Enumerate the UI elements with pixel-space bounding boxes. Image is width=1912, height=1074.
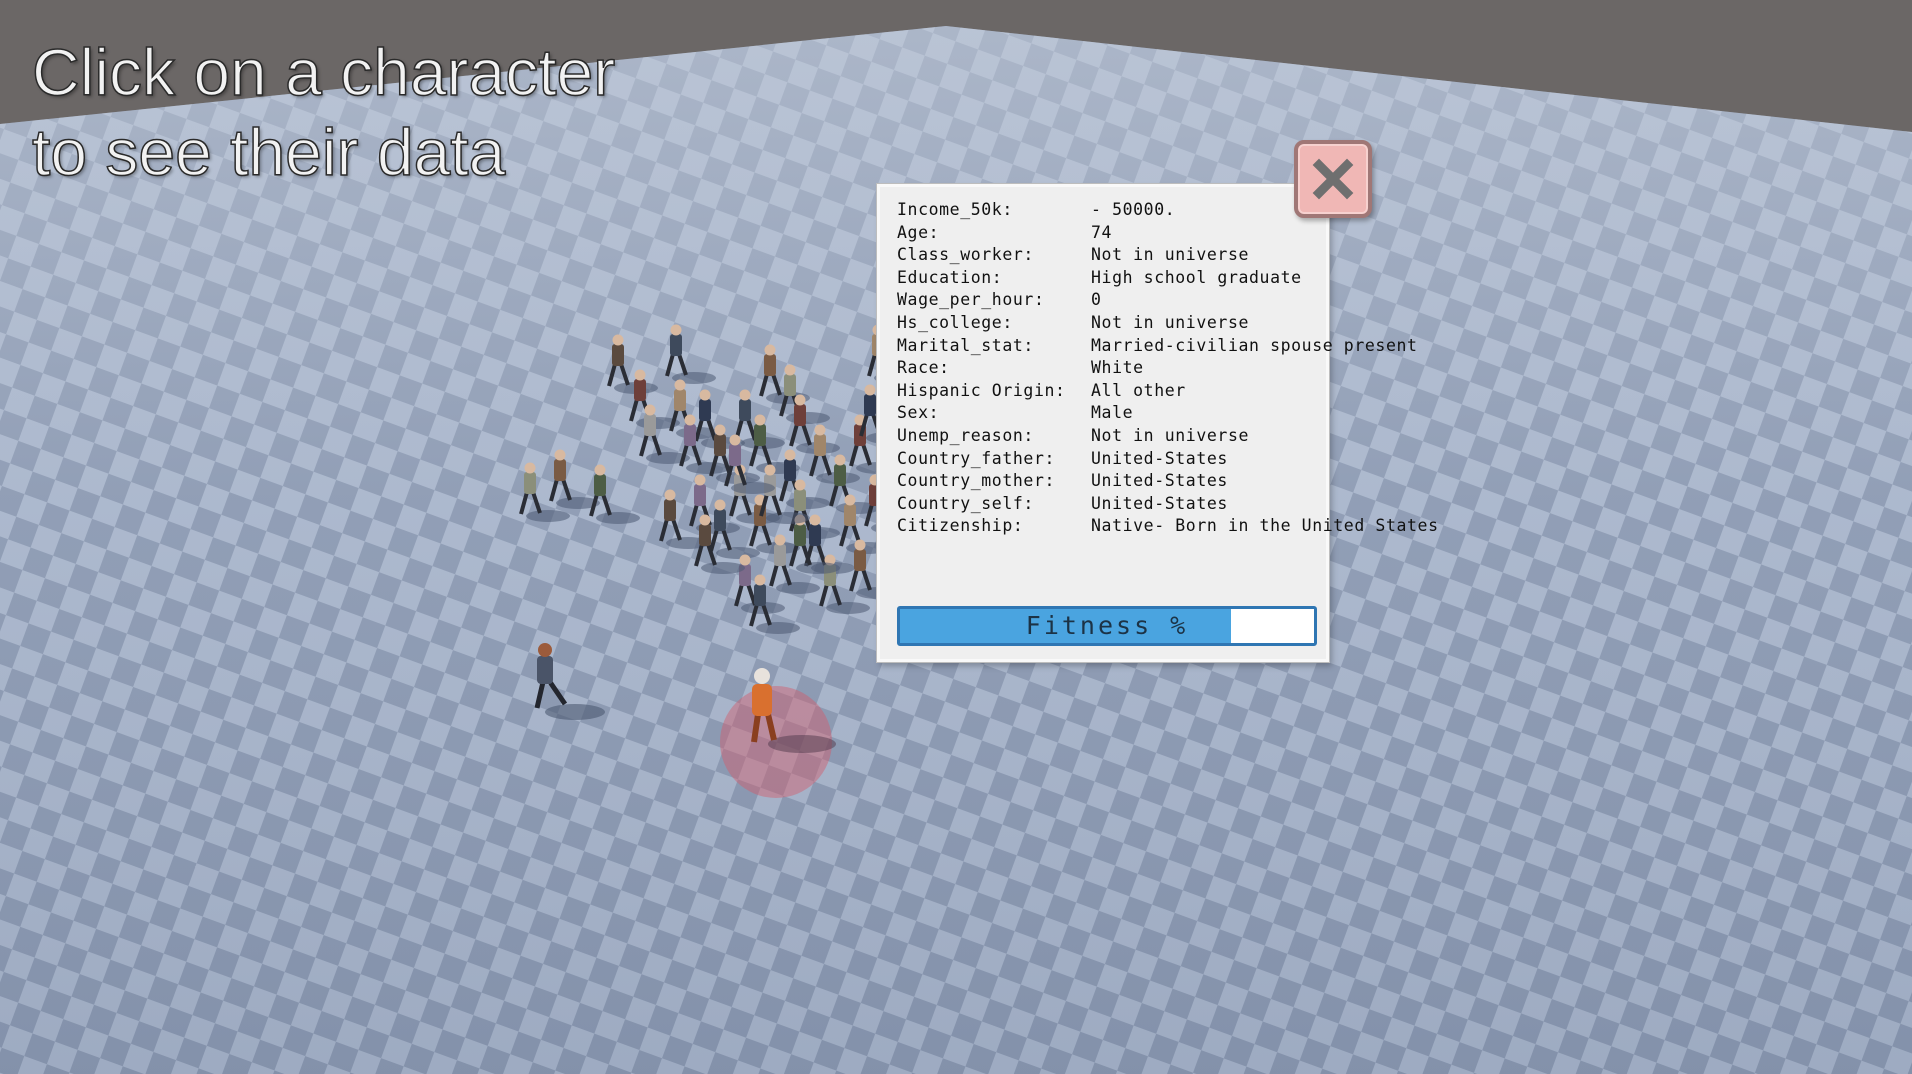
data-row-value: - 50000. bbox=[1091, 200, 1176, 219]
data-row-label: Country_self: bbox=[897, 493, 1034, 513]
data-row-label: Wage_per_hour: bbox=[897, 290, 1045, 310]
data-row-label: Income_50k: bbox=[897, 200, 1013, 219]
data-row: Education: High school graduate bbox=[897, 267, 1439, 290]
data-row-label: Age: bbox=[897, 222, 940, 242]
data-row: Country_self: United-States bbox=[897, 493, 1439, 516]
data-row-value: High school graduate bbox=[1091, 267, 1302, 287]
data-row-value: Married-civilian spouse present bbox=[1091, 335, 1418, 355]
data-row: Unemp_reason: Not in universe bbox=[897, 425, 1439, 448]
close-x-icon bbox=[1312, 158, 1354, 200]
data-row: Age: 74 bbox=[897, 222, 1439, 245]
character-data-list: Income_50k: - 50000. Age: 74 Class_worker: No… bbox=[897, 199, 1439, 538]
data-row-value: 0 bbox=[1091, 290, 1102, 310]
data-row: Wage_per_hour: 0 bbox=[897, 289, 1439, 312]
data-row-label: Education: bbox=[897, 267, 1003, 287]
data-row-value: Native- Born in the United States bbox=[1091, 516, 1439, 536]
instructions-text: Click on a character to see their data bbox=[31, 34, 616, 190]
data-row-label: Citizenship: bbox=[897, 516, 1024, 536]
fitness-label: Fitness % bbox=[1025, 611, 1189, 640]
fitness-bar: Fitness % bbox=[897, 606, 1317, 646]
data-row-label: Country_mother: bbox=[897, 471, 1056, 491]
data-row-value: Male bbox=[1091, 403, 1134, 423]
data-row-label: Marital_stat: bbox=[897, 335, 1034, 355]
data-row-value: All other bbox=[1091, 380, 1186, 400]
close-button[interactable] bbox=[1294, 140, 1372, 218]
data-row-label: Unemp_reason: bbox=[897, 425, 1034, 445]
data-row-label: Hispanic Origin: bbox=[897, 380, 1066, 400]
data-row-value: United-States bbox=[1091, 448, 1228, 468]
data-row-value: United-States bbox=[1091, 471, 1228, 491]
data-row-value: Not in universe bbox=[1091, 312, 1250, 332]
data-row: Race: White bbox=[897, 357, 1439, 380]
data-row: Sex: Male bbox=[897, 402, 1439, 425]
data-row: Hispanic Origin: All other bbox=[897, 380, 1439, 403]
data-row: Citizenship: Native- Born in the United S… bbox=[897, 515, 1439, 538]
data-row: Hs_college: Not in universe bbox=[897, 312, 1439, 335]
data-row-label: Sex: bbox=[897, 403, 940, 423]
character-data-panel: Income_50k: - 50000. Age: 74 Class_worker: No… bbox=[877, 184, 1438, 662]
data-row: Country_father: United-States bbox=[897, 448, 1439, 471]
data-row-label: Country_father: bbox=[897, 448, 1056, 468]
data-row-value: White bbox=[1091, 358, 1144, 378]
data-row-value: United-States bbox=[1091, 493, 1228, 513]
data-row: Class_worker: Not in universe bbox=[897, 244, 1439, 267]
data-row-value: 74 bbox=[1091, 222, 1113, 242]
data-row: Marital_stat: Married-civilian spouse pre… bbox=[897, 335, 1439, 358]
data-row-label: Race: bbox=[897, 358, 950, 378]
data-row-label: Hs_college: bbox=[897, 312, 1013, 332]
data-row-value: Not in universe bbox=[1091, 425, 1250, 445]
data-row-value: Not in universe bbox=[1091, 245, 1250, 265]
data-row: Country_mother: United-States bbox=[897, 470, 1439, 493]
data-row-label: Class_worker: bbox=[897, 245, 1034, 265]
